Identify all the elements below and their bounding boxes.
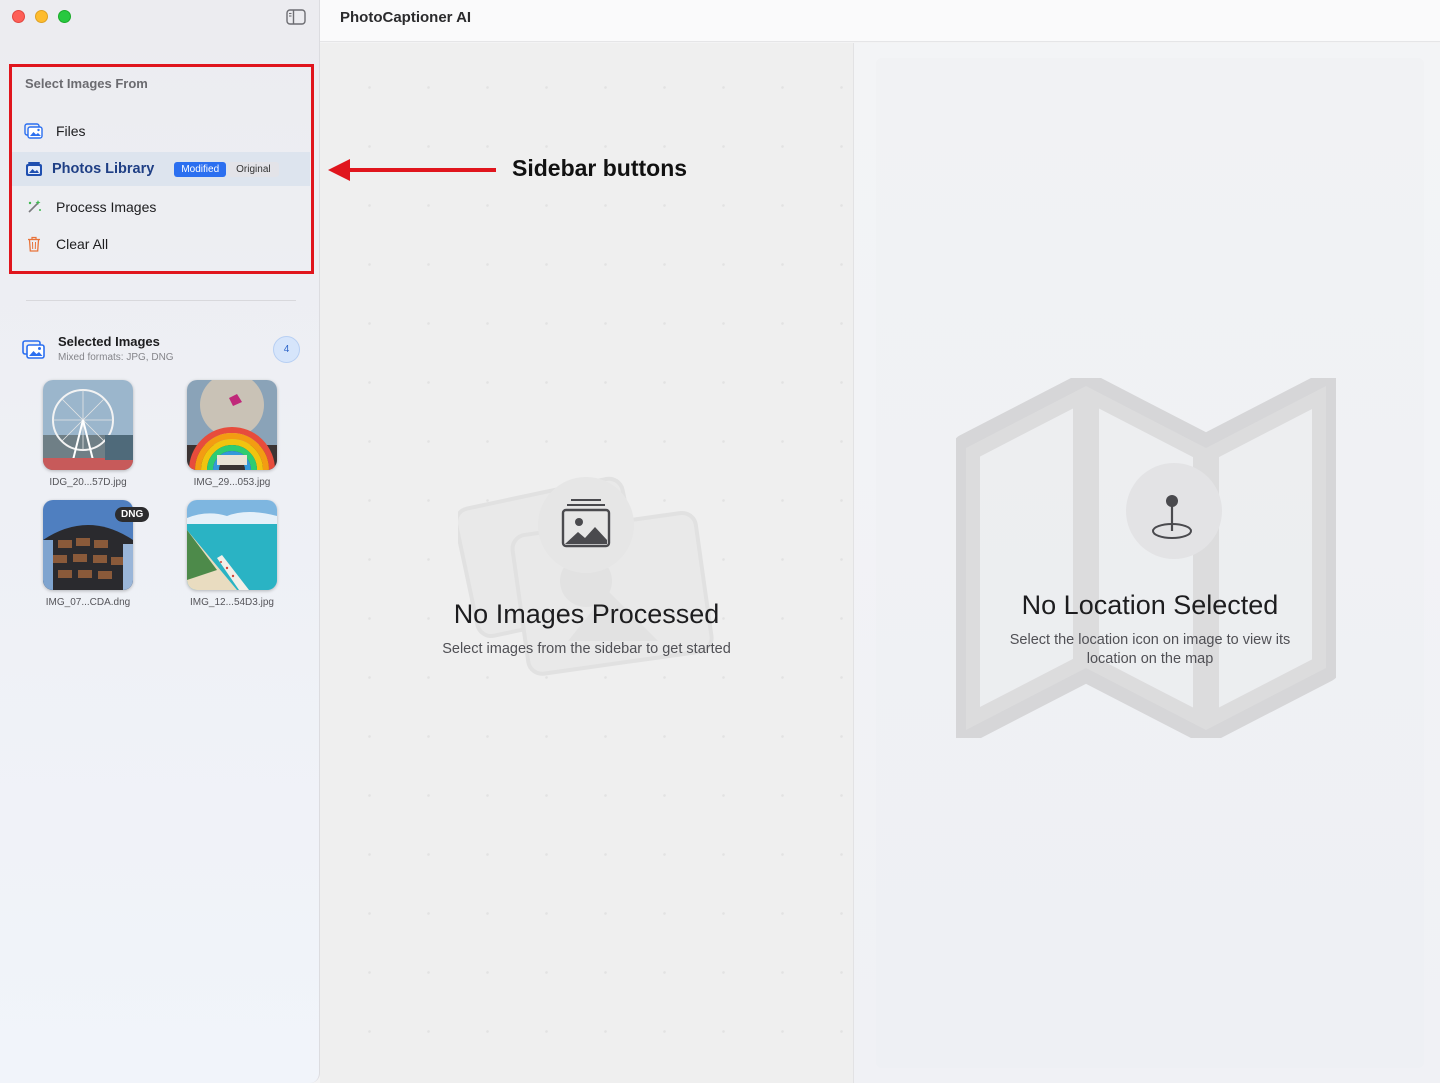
image-source-section: Select Images From Files Photos Library … [10,64,312,272]
thumbnail-filename: IMG_12...54D3.jpg [190,597,274,608]
image-count-badge: 4 [273,336,300,363]
sidebar-item-process-images[interactable]: Process Images [18,190,310,224]
selected-images-header: Selected Images Mixed formats: JPG, DNG … [22,334,302,368]
map-panel: No Location Selected Select the location… [854,43,1440,1083]
photo-stack-icon [561,499,611,548]
photo-stack-icon [22,340,46,360]
processed-images-panel: No Images Processed Select images from t… [320,43,853,1083]
folded-map-illustration [956,378,1336,738]
map-area: No Location Selected Select the location… [876,58,1424,1068]
sidebar-divider [26,300,296,301]
dng-format-badge: DNG [115,507,150,522]
modified-toggle-button[interactable]: Modified [174,161,227,177]
window-maximize-button[interactable] [58,10,71,23]
thumbnail-filename: IMG_07...CDA.dng [45,597,131,608]
title-bar: PhotoCaptioner AI [320,0,1440,42]
app-title: PhotoCaptioner AI [340,9,472,26]
magic-wand-icon [24,197,44,217]
window-close-button[interactable] [12,10,25,23]
image-thumbnail[interactable] [43,380,133,470]
annotation-arrow [328,159,496,181]
empty-state-subtitle: Select the location icon on image to vie… [1009,632,1291,667]
sidebar-item-label: Clear All [56,236,109,252]
empty-state-title: No Location Selected [1021,590,1279,620]
trash-icon [24,234,44,254]
sidebar-toggle-icon[interactable] [286,9,306,25]
selected-images-subtitle: Mixed formats: JPG, DNG [58,352,174,363]
empty-state-title: No Images Processed [453,599,720,629]
sidebar-item-photos-library[interactable]: Photos Library Modified Original [12,152,310,186]
sidebar-item-label: Photos Library [52,161,155,177]
section-heading: Select Images From [25,76,148,91]
image-thumbnail[interactable] [187,380,277,470]
thumbnail-filename: IDG_20...57D.jpg [49,477,127,488]
empty-state-subtitle: Select images from the sidebar to get st… [442,641,731,657]
original-toggle-button[interactable]: Original [228,161,279,177]
sidebar: Select Images From Files Photos Library … [0,0,320,1083]
thumbnail-filename: IMG_29...053.jpg [193,477,271,488]
selected-images-title: Selected Images [58,334,160,349]
sidebar-item-label: Process Images [56,199,157,215]
sidebar-item-clear-all[interactable]: Clear All [18,227,310,261]
image-thumbnail[interactable] [187,500,277,590]
photos-library-icon [24,159,44,179]
annotation-label: Sidebar buttons [512,155,688,181]
sidebar-item-label: Files [56,123,86,139]
window-minimize-button[interactable] [35,10,48,23]
location-pin-icon [1152,495,1192,539]
sidebar-item-files[interactable]: Files [18,114,310,148]
photo-stack-icon [24,121,44,141]
